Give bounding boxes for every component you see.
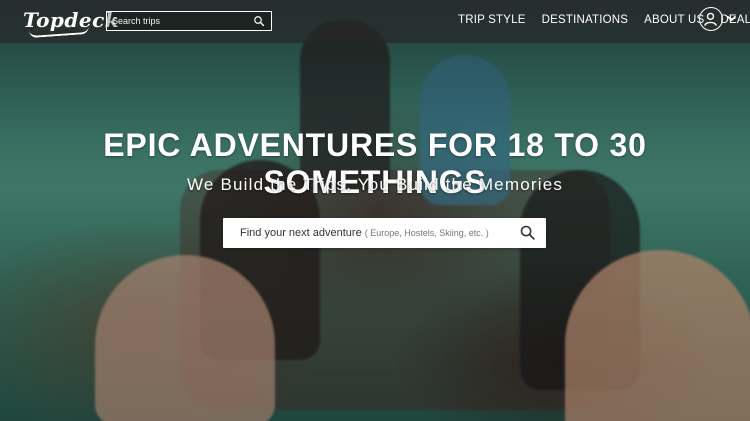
search-input[interactable] — [107, 16, 252, 26]
hero-background — [0, 0, 750, 421]
account-button[interactable] — [699, 7, 723, 31]
top-header: Topdeck TRIP STYLE DESTINATIONS ABOUT US… — [0, 0, 750, 43]
hero-overlay — [0, 0, 750, 421]
search-icon[interactable] — [253, 15, 265, 27]
adventure-search-box[interactable]: Find your next adventure ( Europe, Hoste… — [223, 218, 546, 248]
hero-subtitle: We Build the Trips. You Build the Memori… — [186, 175, 564, 194]
header-search — [106, 11, 272, 31]
search-icon[interactable] — [519, 224, 536, 241]
chevron-down-icon[interactable] — [726, 13, 737, 24]
topdeck-logo[interactable]: Topdeck — [23, 8, 119, 39]
nav-destinations[interactable]: DESTINATIONS — [542, 14, 629, 26]
user-icon — [704, 12, 717, 26]
nav-about-us[interactable]: ABOUT US — [644, 14, 704, 26]
adventure-search-input[interactable] — [223, 218, 546, 248]
nav-trip-style[interactable]: TRIP STYLE — [458, 14, 526, 26]
